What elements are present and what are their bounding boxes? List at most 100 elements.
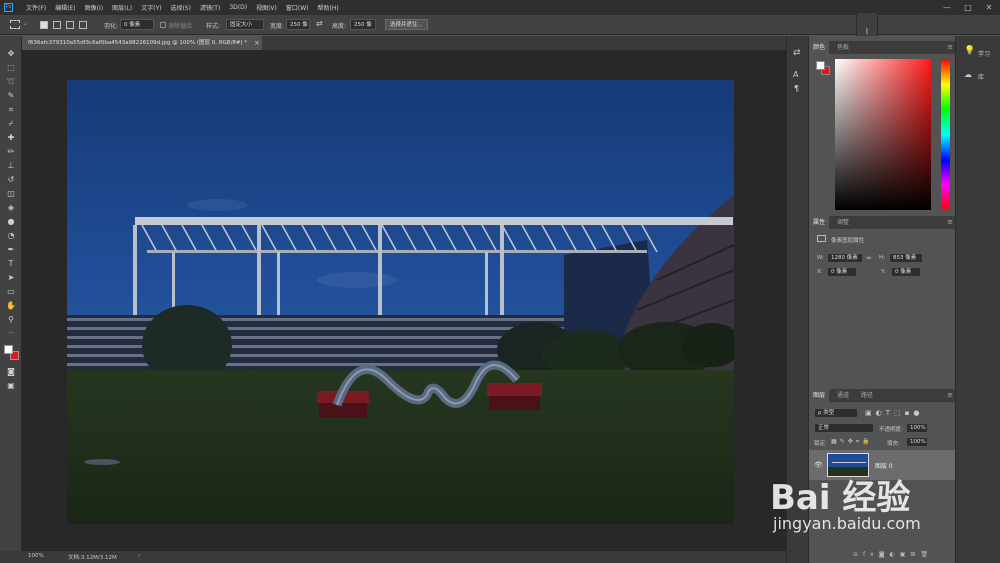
menu-filter[interactable]: 滤镜(T) <box>200 3 220 12</box>
move-tool-icon[interactable]: ✥ <box>4 48 18 60</box>
history-icon[interactable]: ⇄ <box>793 48 801 58</box>
new-selection-icon[interactable] <box>40 21 48 29</box>
tab-properties[interactable]: 属性 <box>809 216 830 229</box>
subtract-selection-icon[interactable] <box>66 21 74 29</box>
minimize-button[interactable]: — <box>937 0 957 15</box>
panel-menu-icon[interactable]: ≡ <box>947 216 953 229</box>
foreground-color-swatch[interactable] <box>4 345 13 354</box>
baidu-watermark: Bai 经验 jingyan.baidu.com <box>765 470 995 540</box>
menu-window[interactable]: 窗口(W) <box>286 3 309 12</box>
crop-tool-icon[interactable]: ⌗ <box>4 104 18 116</box>
rect-marquee-tool-icon[interactable]: ⬚ <box>4 62 18 74</box>
tab-paths[interactable]: 路径 <box>857 389 877 402</box>
clone-stamp-tool-icon[interactable]: ⊥ <box>4 160 18 172</box>
layer-filter-select[interactable]: ρ 类型 <box>814 408 858 418</box>
library-icon[interactable]: ☁ <box>964 70 972 79</box>
document-tab[interactable]: f636afc379310a55df3c6af0ba4543a98226109d… <box>22 36 262 50</box>
lightbulb-icon[interactable]: 💡 <box>964 46 975 56</box>
chevron-down-icon[interactable]: ⌄ <box>23 20 28 27</box>
eraser-tool-icon[interactable]: ◫ <box>4 188 18 200</box>
width-label: W: <box>817 255 824 261</box>
tools-panel: ✥ ⬚ ➰ ✎ ⌗ ⌿ ✚ ✏ ⊥ ↺ ◫ ◈ ● ◔ ✒ T ➤ ▭ ✋ ⚲ … <box>0 36 22 551</box>
library-label[interactable]: 库 <box>978 72 984 81</box>
zoom-level[interactable]: 100% <box>28 553 44 559</box>
quick-select-tool-icon[interactable]: ✎ <box>4 90 18 102</box>
height-field[interactable]: 853 像素 <box>889 253 923 263</box>
blur-tool-icon[interactable]: ● <box>4 216 18 228</box>
menu-help[interactable]: 帮助(H) <box>318 3 339 12</box>
more-tools-icon[interactable]: ··· <box>4 328 18 340</box>
tab-channels[interactable]: 通道 <box>833 389 853 402</box>
actions-icon[interactable]: ⌇ <box>865 27 869 36</box>
rectangle-tool-icon[interactable]: ▭ <box>4 286 18 298</box>
menu-select[interactable]: 选择(S) <box>170 3 191 12</box>
antialias-checkbox[interactable] <box>160 22 166 28</box>
add-selection-icon[interactable] <box>53 21 61 29</box>
learn-label[interactable]: 学习 <box>978 49 990 58</box>
lock-label: 锁定: <box>814 441 827 447</box>
chevron-right-icon[interactable]: › <box>138 553 140 559</box>
height-input[interactable]: 250 像 <box>350 19 376 30</box>
style-select[interactable]: 固定大小 <box>226 19 264 30</box>
close-tab-icon[interactable]: × <box>254 36 260 50</box>
document-image[interactable] <box>67 80 734 524</box>
layer-name[interactable]: 图层 0 <box>875 461 893 470</box>
pen-tool-icon[interactable]: ✒ <box>4 244 18 256</box>
zoom-tool-icon[interactable]: ⚲ <box>4 314 18 326</box>
maximize-button[interactable]: □ <box>958 0 978 15</box>
select-and-mask-button[interactable]: 选择并遮住... <box>385 19 428 30</box>
layer-actions-icons[interactable]: ⊝fx◙◐▣⊞🗑 <box>853 551 933 558</box>
feather-input[interactable]: 0 像素 <box>120 19 154 30</box>
link-icon[interactable]: ∞ <box>866 254 872 262</box>
y-label: Y: <box>881 269 886 275</box>
menu-file[interactable]: 文件(F) <box>26 3 46 12</box>
menu-edit[interactable]: 编辑(E) <box>55 3 75 12</box>
x-field[interactable]: 0 像素 <box>827 267 857 277</box>
close-button[interactable]: ✕ <box>979 0 999 15</box>
tab-color[interactable]: 颜色 <box>809 41 830 54</box>
panel-menu-icon[interactable]: ≡ <box>947 41 953 54</box>
type-tool-icon[interactable]: T <box>4 258 18 270</box>
healing-brush-tool-icon[interactable]: ✚ <box>4 132 18 144</box>
eye-icon[interactable]: 👁 <box>814 461 823 469</box>
tab-layers[interactable]: 图层 <box>809 389 830 402</box>
history-brush-tool-icon[interactable]: ↺ <box>4 174 18 186</box>
swap-icon[interactable]: ⇄ <box>316 19 323 28</box>
width-input[interactable]: 250 像 <box>286 19 310 30</box>
paragraph-icon[interactable]: ¶ <box>794 84 799 93</box>
menu-view[interactable]: 视图(V) <box>256 3 277 12</box>
quick-mask-icon[interactable]: ◙ <box>4 366 18 378</box>
lasso-tool-icon[interactable]: ➰ <box>4 76 18 88</box>
opacity-label: 不透明度: <box>879 427 903 433</box>
canvas-area[interactable] <box>22 50 786 551</box>
dodge-tool-icon[interactable]: ◔ <box>4 230 18 242</box>
hue-slider[interactable] <box>941 59 950 210</box>
paint-bucket-tool-icon[interactable]: ◈ <box>4 202 18 214</box>
properties-panel-tabs: 属性 调整 ≡ <box>809 216 956 229</box>
layer-filter-icons[interactable]: ▣◐T⬚▪● <box>865 409 923 417</box>
tab-adjustments[interactable]: 调整 <box>833 216 853 229</box>
brush-tool-icon[interactable]: ✏ <box>4 146 18 158</box>
hand-tool-icon[interactable]: ✋ <box>4 300 18 312</box>
style-label: 样式: <box>206 23 221 30</box>
marquee-tool-icon[interactable] <box>10 20 20 29</box>
lock-icons[interactable]: ▦✎✥⌗🔒 <box>831 438 873 446</box>
screen-mode-icon[interactable]: ▣ <box>4 380 18 392</box>
color-picker-field[interactable] <box>835 59 931 210</box>
tab-swatches[interactable]: 色板 <box>833 41 853 54</box>
blend-mode-select[interactable]: 正常 <box>814 423 874 433</box>
opacity-input[interactable]: 100% <box>906 423 928 433</box>
path-select-tool-icon[interactable]: ➤ <box>4 272 18 284</box>
menu-image[interactable]: 图像(I) <box>85 3 103 12</box>
foreground-color-swatch[interactable] <box>816 61 825 70</box>
menu-3d[interactable]: 3D(D) <box>229 4 247 11</box>
width-field[interactable]: 1280 像素 <box>827 253 863 263</box>
intersect-selection-icon[interactable] <box>79 21 87 29</box>
fill-input[interactable]: 100% <box>906 437 928 447</box>
menu-layer[interactable]: 图层(L) <box>112 3 132 12</box>
menu-type[interactable]: 文字(Y) <box>141 3 161 12</box>
panel-menu-icon[interactable]: ≡ <box>947 389 953 402</box>
y-field[interactable]: 0 像素 <box>891 267 921 277</box>
character-icon[interactable]: A <box>793 70 798 79</box>
eyedropper-tool-icon[interactable]: ⌿ <box>4 118 18 130</box>
